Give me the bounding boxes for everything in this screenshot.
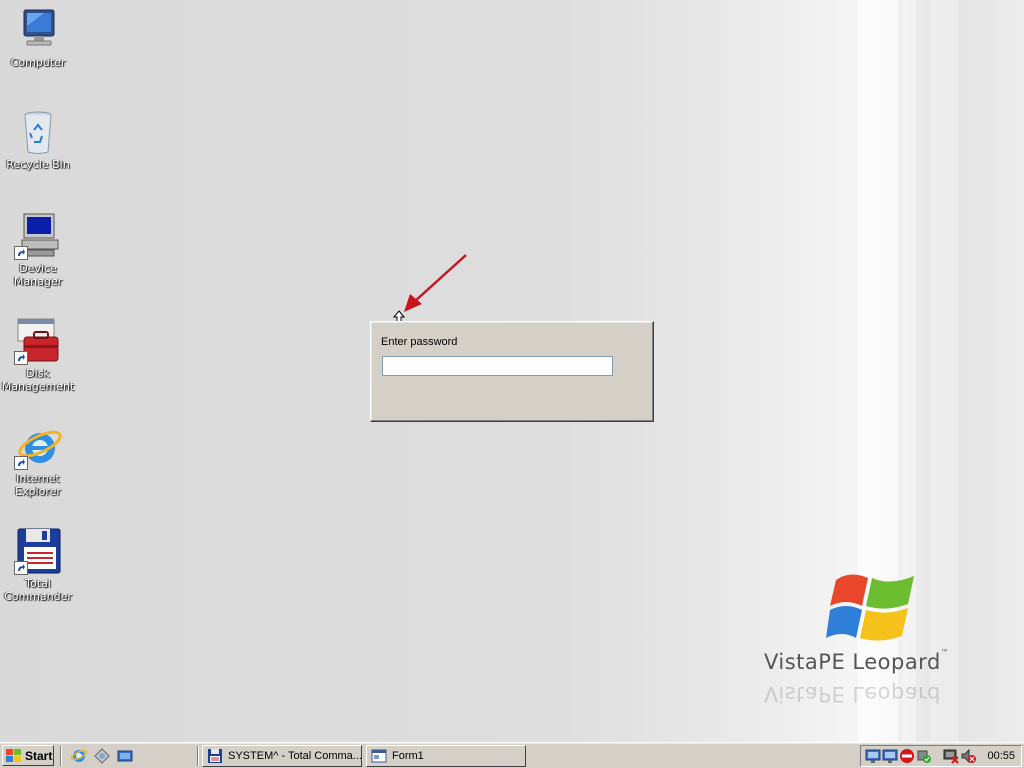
- taskbar: Start SYSTEM^ - Total Comma... Form1 00:…: [0, 742, 1024, 768]
- no-entry-icon[interactable]: [899, 748, 915, 764]
- shortcut-arrow-icon: [14, 246, 28, 260]
- desktop-icon-device-manager[interactable]: Device Manager: [0, 212, 76, 288]
- windows-logo-icon: [826, 574, 914, 641]
- floppy-disk-icon: [208, 749, 222, 763]
- task-button-form1[interactable]: Form1: [366, 745, 526, 767]
- password-input[interactable]: [382, 356, 613, 376]
- show-desktop-icon[interactable]: [116, 747, 134, 765]
- volume-muted-icon[interactable]: [960, 748, 976, 764]
- desktop-icon-recycle-bin[interactable]: Recycle Bin: [0, 108, 76, 171]
- task-button-total-commander[interactable]: SYSTEM^ - Total Comma...: [202, 745, 362, 767]
- task-label: SYSTEM^ - Total Comma...: [228, 750, 362, 762]
- desktop-icon-label: Total Commander: [4, 577, 72, 603]
- desktop-icon-label: Disk Management: [1, 367, 75, 393]
- computer-icon: [14, 6, 62, 54]
- internet-explorer-icon: [14, 422, 62, 470]
- windows-explorer-icon[interactable]: [93, 747, 111, 765]
- network-disconnected-icon[interactable]: [943, 748, 959, 764]
- task-label: Form1: [392, 750, 424, 762]
- disk-management-icon: [14, 317, 62, 365]
- desktop-icon-internet-explorer[interactable]: Internet Explorer: [0, 422, 76, 498]
- desktop-icon-total-commander[interactable]: Total Commander: [0, 527, 76, 603]
- system-tray: 00:55: [860, 745, 1022, 767]
- shortcut-arrow-icon: [14, 561, 28, 575]
- desktop-icon-disk-management[interactable]: Disk Management: [0, 317, 76, 393]
- clock[interactable]: 00:55: [987, 750, 1015, 762]
- taskbar-separator: [197, 746, 199, 766]
- window-icon: [371, 749, 387, 763]
- desktop-icon-label: Internet Explorer: [15, 472, 61, 498]
- recycle-bin-icon: [14, 108, 62, 156]
- brand-logo-reflection: VistaPE Leopard: [764, 682, 941, 706]
- taskbar-separator: [60, 746, 62, 766]
- desktop-icon-computer[interactable]: Computer: [0, 6, 76, 69]
- trademark-mark: ™: [940, 648, 950, 657]
- desktop-icon-label: Computer: [10, 56, 66, 69]
- total-commander-icon: [14, 527, 62, 575]
- windows-flag-icon: [6, 748, 21, 762]
- desktop-icon-label: Recycle Bin: [6, 158, 70, 171]
- device-manager-icon: [14, 212, 62, 260]
- brand-logo-text: VistaPE Leopard™: [764, 648, 950, 674]
- usb-safe-remove-icon[interactable]: [916, 748, 932, 764]
- annotation-arrow-icon: [404, 254, 467, 312]
- shortcut-arrow-icon: [14, 456, 28, 470]
- start-button[interactable]: Start: [2, 745, 54, 766]
- password-dialog: Enter password: [370, 321, 654, 422]
- internet-explorer-icon[interactable]: [70, 747, 88, 765]
- desktop-icon-label: Device Manager: [13, 262, 63, 288]
- brand-name: VistaPE Leopard: [764, 650, 941, 674]
- network-icon[interactable]: [865, 748, 881, 764]
- password-label: Enter password: [381, 336, 458, 348]
- network-icon[interactable]: [882, 748, 898, 764]
- shortcut-arrow-icon: [14, 351, 28, 365]
- start-label: Start: [25, 748, 53, 763]
